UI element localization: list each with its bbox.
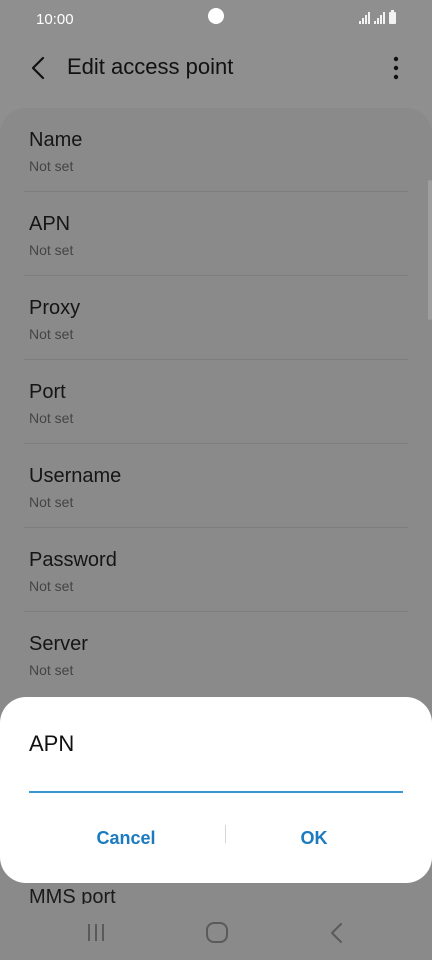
home-icon bbox=[206, 922, 228, 943]
list-item-value: Not set bbox=[29, 494, 74, 510]
chevron-left-icon bbox=[31, 56, 45, 80]
navigation-bar bbox=[0, 900, 432, 960]
list-item-value: Not set bbox=[29, 326, 74, 342]
apn-input[interactable] bbox=[29, 769, 403, 793]
list-item-value: Not set bbox=[29, 662, 74, 678]
list-item-value: Not set bbox=[29, 578, 74, 594]
list-item-label: Server bbox=[29, 633, 88, 655]
list-item-value: Not set bbox=[29, 242, 74, 258]
more-options-button[interactable] bbox=[386, 52, 406, 84]
camera-cutout bbox=[208, 8, 224, 24]
list-item-label: APN bbox=[29, 213, 71, 235]
scrollbar[interactable] bbox=[428, 180, 432, 320]
app-bar: Edit access point bbox=[0, 40, 432, 96]
apn-input-dialog: APN Cancel OK bbox=[0, 697, 432, 883]
signal-icon bbox=[374, 12, 385, 24]
cancel-button[interactable]: Cancel bbox=[40, 823, 212, 853]
list-item-label: Username bbox=[29, 465, 122, 487]
list-item-label: Proxy bbox=[29, 297, 81, 319]
nav-back-button[interactable] bbox=[322, 918, 352, 948]
signal-icon bbox=[359, 12, 370, 24]
home-button[interactable] bbox=[202, 918, 232, 948]
page-title: Edit access point bbox=[67, 54, 234, 79]
ok-button[interactable]: OK bbox=[228, 823, 400, 853]
list-item-password[interactable]: Password Not set bbox=[0, 528, 432, 612]
nav-back-icon bbox=[331, 923, 342, 943]
list-item-proxy[interactable]: Proxy Not set bbox=[0, 276, 432, 360]
status-bar: 10:00 bbox=[0, 0, 432, 40]
status-time: 10:00 bbox=[36, 11, 74, 28]
battery-icon bbox=[389, 10, 396, 24]
recents-button[interactable] bbox=[82, 918, 112, 948]
back-button[interactable] bbox=[24, 52, 56, 84]
list-item-server[interactable]: Server Not set bbox=[0, 612, 432, 696]
apn-settings-list: Name Not set APN Not set Proxy Not set P… bbox=[0, 108, 432, 696]
list-item-port[interactable]: Port Not set bbox=[0, 360, 432, 444]
list-item-value: Not set bbox=[29, 410, 74, 426]
status-icons bbox=[359, 10, 396, 24]
list-item-label: Name bbox=[29, 129, 83, 151]
list-item-apn[interactable]: APN Not set bbox=[0, 192, 432, 276]
list-item-label: Password bbox=[29, 549, 117, 571]
list-item-username[interactable]: Username Not set bbox=[0, 444, 432, 528]
list-item-value: Not set bbox=[29, 158, 74, 174]
more-vertical-icon bbox=[393, 56, 399, 80]
button-divider bbox=[225, 825, 226, 843]
list-item-name[interactable]: Name Not set bbox=[0, 108, 432, 192]
list-item-label: Port bbox=[29, 381, 66, 403]
recents-icon bbox=[88, 924, 104, 941]
dialog-title: APN bbox=[29, 731, 75, 756]
